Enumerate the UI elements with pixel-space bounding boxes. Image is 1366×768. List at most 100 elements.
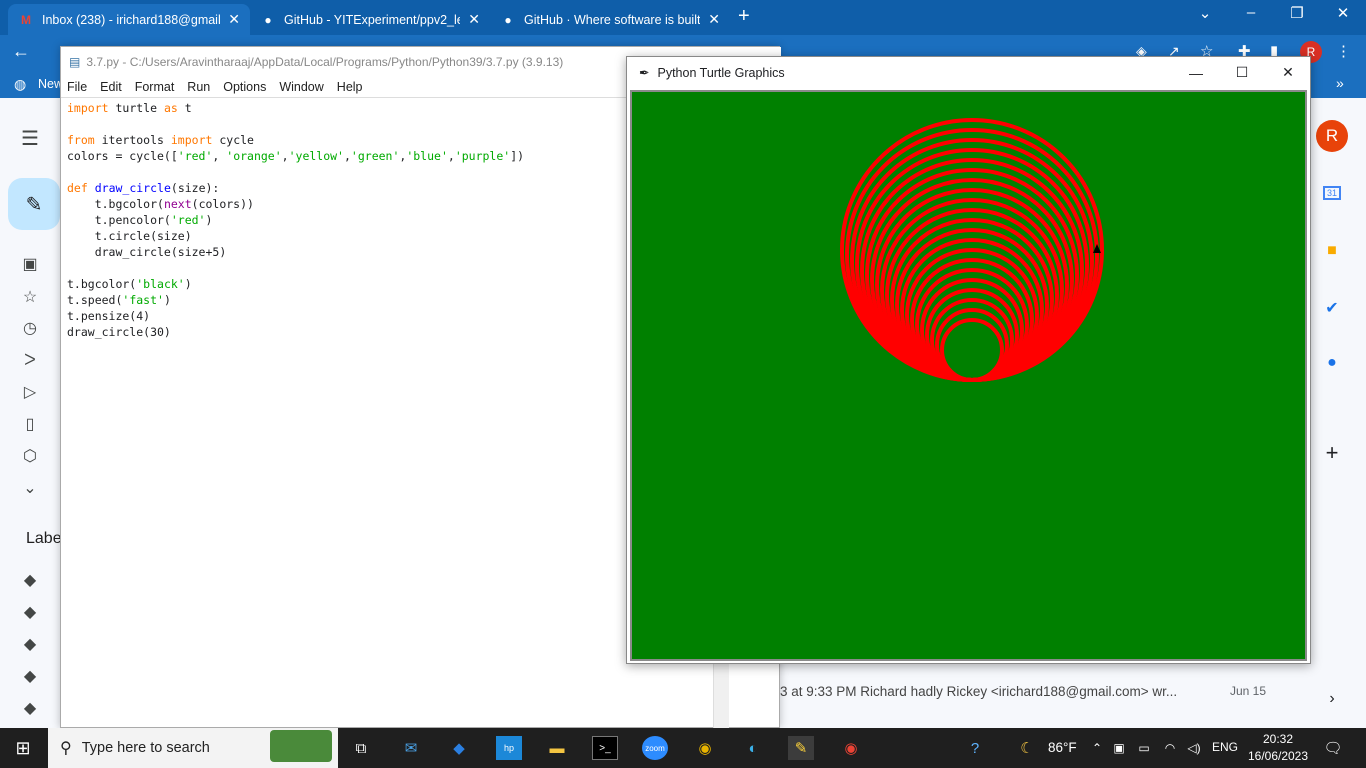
close-icon[interactable]: ✕ <box>468 11 480 28</box>
inbox-icon[interactable]: ▣ <box>0 254 60 274</box>
dropbox-icon[interactable]: ◆ <box>446 736 472 760</box>
star-icon[interactable]: ☆ <box>0 287 60 307</box>
calendar-icon[interactable]: 31 <box>1310 186 1354 200</box>
help-icon[interactable]: ? <box>962 736 988 760</box>
windows-start-icon[interactable]: ⊞ <box>10 736 36 760</box>
turtle-title: Python Turtle Graphics <box>657 65 785 80</box>
label-tag-icon[interactable]: ◆ <box>0 570 60 590</box>
tab-gmail-inbox[interactable]: M Inbox (238) - irichard188@gmail.c ✕ <box>8 4 250 35</box>
mail-icon[interactable]: ✉ <box>398 736 424 760</box>
clock-date[interactable]: 16/06/2023 <box>1244 749 1312 763</box>
new-tab-button[interactable]: + <box>738 5 750 28</box>
tasks-icon[interactable]: ✔ <box>1310 298 1354 318</box>
chevron-right-icon[interactable]: › <box>1310 690 1354 708</box>
label-tag-icon[interactable]: ◆ <box>0 698 60 718</box>
code-line: draw_circle(30) <box>67 325 171 339</box>
search-highlight-icon[interactable] <box>270 730 332 762</box>
wifi-icon[interactable]: ◠ <box>1160 736 1180 760</box>
menu-help[interactable]: Help <box>337 80 363 94</box>
volume-icon[interactable]: ◁) <box>1184 736 1204 760</box>
code-editor[interactable]: import turtle as t from itertools import… <box>61 97 713 729</box>
menu-edit[interactable]: Edit <box>100 80 122 94</box>
label-tag-icon[interactable]: ◆ <box>0 666 60 686</box>
code-line: t.bgcolor(next(colors)) <box>67 197 254 211</box>
zoom-icon[interactable]: zoom <box>642 736 668 760</box>
minimize-icon[interactable]: – <box>1228 4 1274 21</box>
battery-icon[interactable]: ▭ <box>1134 736 1154 760</box>
weather-temp[interactable]: 86°F <box>1048 740 1077 755</box>
menu-kebab-icon[interactable]: ⋮ <box>1336 42 1351 60</box>
label-tag-icon[interactable]: ◆ <box>0 602 60 622</box>
close-icon[interactable]: ✕ <box>708 11 720 28</box>
tab-github-home[interactable]: ● GitHub · Where software is built ✕ <box>490 4 730 35</box>
send-icon[interactable]: ▷ <box>0 382 60 402</box>
mail-snippet: 3 at 9:33 PM Richard hadly Rickey <irich… <box>780 683 1178 699</box>
minimize-icon[interactable]: — <box>1173 57 1219 88</box>
edge-icon[interactable]: ◐ <box>740 736 766 760</box>
menu-run[interactable]: Run <box>187 80 210 94</box>
close-icon[interactable]: ✕ <box>1320 4 1366 22</box>
turtle-titlebar: ✒ Python Turtle Graphics — ☐ ✕ <box>627 57 1310 88</box>
taskbar: ⊞ ⚲ Type here to search ⧉ ✉ ◆ hp ▬ >_ zo… <box>0 728 1366 768</box>
search-icon: ⚲ <box>60 740 72 757</box>
tab-search-icon[interactable]: ⌄ <box>1182 4 1228 22</box>
meet-now-icon[interactable]: ▣ <box>1110 736 1128 760</box>
chevron-up-icon[interactable]: ⌃ <box>1088 736 1106 760</box>
python-idle-icon[interactable]: ✎ <box>788 736 814 760</box>
maximize-icon[interactable]: ☐ <box>1219 57 1265 88</box>
terminal-icon[interactable]: >_ <box>592 736 618 760</box>
clock-time[interactable]: 20:32 <box>1250 732 1306 746</box>
turtle-drawing <box>632 92 1305 659</box>
clock-icon[interactable]: ◷ <box>0 318 60 338</box>
idle-title: 3.7.py - C:/Users/Aravintharaaj/AppData/… <box>86 55 564 69</box>
chrome-icon[interactable]: ◉ <box>692 736 718 760</box>
more-bookmarks-icon[interactable]: » <box>1336 75 1344 91</box>
code-line: from itertools import cycle <box>67 133 254 147</box>
mail-date: Jun 15 <box>1229 684 1266 698</box>
myhp-icon[interactable]: hp <box>496 736 522 760</box>
compose-button[interactable]: ✎ <box>8 178 60 230</box>
chevron-down-icon[interactable]: ⌄ <box>0 478 60 498</box>
hamburger-menu-icon[interactable]: ☰ <box>0 126 60 151</box>
code-line: t.pencolor('red') <box>67 213 213 227</box>
language-indicator[interactable]: ENG <box>1212 740 1238 754</box>
code-line: t.pensize(4) <box>67 309 151 323</box>
contacts-icon[interactable]: ● <box>1310 354 1354 372</box>
add-app-icon[interactable]: + <box>1310 440 1354 466</box>
mail-list-row[interactable]: 3 at 9:33 PM Richard hadly Rickey <irich… <box>780 676 1280 706</box>
labels-heading: Labe <box>26 530 62 547</box>
task-view-icon[interactable]: ⧉ <box>348 736 374 760</box>
github-icon: ● <box>504 12 512 27</box>
menu-format[interactable]: Format <box>135 80 175 94</box>
code-line: colors = cycle(['red', 'orange','yellow'… <box>67 149 525 163</box>
document-icon[interactable]: ▯ <box>0 414 60 434</box>
menu-file[interactable]: File <box>67 80 87 94</box>
pencil-icon: ✎ <box>25 193 43 216</box>
close-icon[interactable]: ✕ <box>1265 57 1311 88</box>
weather-moon-icon: ☾ <box>1020 740 1034 757</box>
tab-github-repo[interactable]: ● GitHub - YITExperiment/ppv2_lev ✕ <box>250 4 490 35</box>
turtle-canvas[interactable] <box>630 90 1307 661</box>
file-explorer-icon[interactable]: ▬ <box>544 736 570 760</box>
back-arrow-icon[interactable]: ← <box>12 41 30 62</box>
calendar-badge: 31 <box>1322 186 1341 200</box>
important-icon[interactable]: ᐳ <box>0 350 60 370</box>
code-line: def draw_circle(size): <box>67 181 220 195</box>
label-tag-icon[interactable]: ◆ <box>0 634 60 654</box>
chrome-profile-icon[interactable]: ◉ <box>838 736 864 760</box>
label-icon[interactable]: ⬡ <box>0 446 60 466</box>
globe-icon: ◍ <box>14 76 27 92</box>
menu-window[interactable]: Window <box>279 80 323 94</box>
github-icon: ● <box>264 12 272 27</box>
close-icon[interactable]: ✕ <box>228 11 240 28</box>
account-avatar[interactable]: R <box>1316 120 1348 152</box>
restore-icon[interactable]: ❐ <box>1274 4 1320 22</box>
notifications-icon[interactable]: 🗨 <box>1320 736 1346 760</box>
search-placeholder: Type here to search <box>81 740 210 756</box>
menu-options[interactable]: Options <box>223 80 266 94</box>
keep-icon[interactable]: ■ <box>1310 242 1354 260</box>
turtle-graphics-window: ✒ Python Turtle Graphics — ☐ ✕ <box>626 56 1311 664</box>
